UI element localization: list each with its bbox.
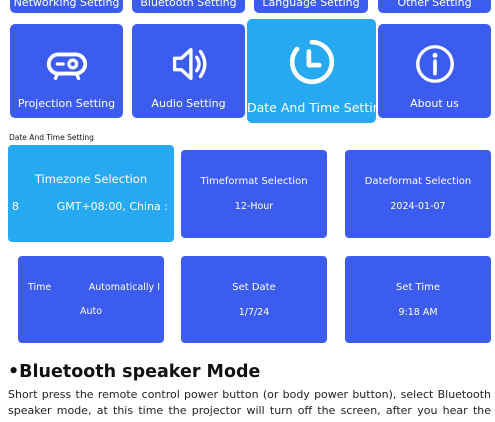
tile-label: Networking Setting [13, 0, 120, 9]
time-auto-card[interactable]: Time Automatically I Auto [18, 256, 164, 343]
section-heading: •Bluetooth speaker Mode [8, 362, 261, 382]
card-title: Set Time [395, 281, 441, 293]
tile-label: Other Setting [397, 0, 472, 9]
card-value: 12-Hour [234, 201, 274, 212]
tile-language-setting[interactable]: Language Setting [254, 0, 368, 13]
time-title-row: Time Automatically I [18, 282, 164, 296]
tile-label: About us [410, 97, 459, 110]
timezone-value-row: 8 GMT+08:00, China : [8, 200, 174, 216]
tile-label: Date And Time Setting [247, 100, 376, 115]
tile-networking-setting[interactable]: Networking Setting [10, 0, 123, 13]
speaker-icon [172, 47, 206, 81]
card-value: 2024-01-07 [390, 201, 446, 212]
clock-icon [289, 39, 334, 85]
tile-projection-setting[interactable]: Projection Setting [10, 24, 123, 118]
card-title: Set Date [232, 281, 276, 293]
card-title: Timezone Selection [34, 171, 148, 186]
card-title: Timeformat Selection [200, 176, 308, 187]
body-paragraph: Short press the remote control power but… [8, 388, 491, 422]
timeformat-selection-card[interactable]: Timeformat Selection 12-Hour [181, 150, 327, 238]
card-title-right: Automatically I [88, 282, 160, 293]
projector-icon [46, 52, 87, 81]
card-title: Dateformat Selection [364, 176, 472, 187]
tile-audio-setting[interactable]: Audio Setting [132, 24, 245, 118]
tile-about-us[interactable]: About us [378, 24, 491, 118]
info-icon [415, 45, 454, 83]
tile-other-setting[interactable]: Other Setting [378, 0, 491, 13]
tile-bluetooth-setting[interactable]: Bluetooth Setting [132, 0, 245, 13]
card-value: Auto [79, 306, 103, 317]
timezone-value: GMT+08:00, China : [56, 199, 168, 213]
timezone-left-fragment: 8 [12, 199, 19, 213]
section-caption: Date And Time Setting [9, 133, 94, 142]
card-value: 9:18 AM [398, 306, 438, 318]
set-date-card[interactable]: Set Date 1/7/24 [181, 256, 327, 343]
set-time-card[interactable]: Set Time 9:18 AM [345, 256, 491, 343]
tile-label: Language Setting [262, 0, 360, 9]
dateformat-selection-card[interactable]: Dateformat Selection 2024-01-07 [345, 150, 491, 238]
timezone-selection-card[interactable]: Timezone Selection 8 GMT+08:00, China : [8, 145, 174, 242]
tile-label: Audio Setting [151, 97, 226, 110]
card-title: Time [28, 282, 52, 293]
tile-label: Bluetooth Setting [140, 0, 237, 9]
card-value: 1/7/24 [238, 306, 270, 318]
tile-date-and-time-setting[interactable]: Date And Time Setting [247, 19, 376, 123]
tile-label: Projection Setting [17, 97, 116, 110]
